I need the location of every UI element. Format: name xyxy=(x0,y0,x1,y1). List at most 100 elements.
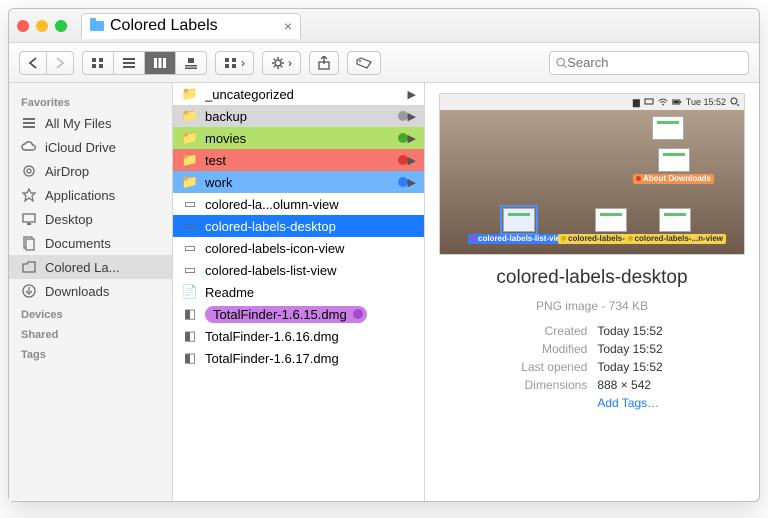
forward-button[interactable] xyxy=(46,51,74,75)
sidebar-item-label: Downloads xyxy=(45,284,109,299)
preview-about-downloads: About Downloads xyxy=(633,148,714,184)
created-value: Today 15:52 xyxy=(593,323,666,339)
item-label: test xyxy=(205,153,394,168)
chevron-right-icon: ▶ xyxy=(408,154,416,167)
preview-kind: PNG image - 734 KB xyxy=(439,299,745,313)
back-button[interactable] xyxy=(19,51,46,75)
item-label: TotalFinder-1.6.15.dmg xyxy=(213,307,347,322)
search-field[interactable] xyxy=(549,51,749,75)
disk-image-icon: ◧ xyxy=(181,350,199,366)
tags-button[interactable] xyxy=(347,51,381,75)
minimize-icon[interactable] xyxy=(36,20,48,32)
list-item[interactable]: ◧TotalFinder-1.6.15.dmg xyxy=(173,303,424,325)
folder-icon: 📁 xyxy=(181,108,199,124)
disk-image-icon: ◧ xyxy=(181,328,199,344)
sidebar-section-favorites: Favorites xyxy=(9,91,172,111)
action-button[interactable] xyxy=(262,51,301,75)
sidebar-item-icloud[interactable]: iCloud Drive xyxy=(9,135,172,159)
modified-value: Today 15:52 xyxy=(593,341,666,357)
list-item[interactable]: 📁work▶ xyxy=(173,171,424,193)
folder-icon xyxy=(90,21,104,31)
share-button[interactable] xyxy=(309,51,339,75)
item-label: colored-la...olumn-view xyxy=(205,197,416,212)
dimensions-label: Dimensions xyxy=(517,377,591,393)
sidebar-section-devices: Devices xyxy=(9,303,172,323)
sidebar-item-folder[interactable]: Colored La... xyxy=(9,255,172,279)
preview-time: Tue 15:52 xyxy=(686,97,726,107)
item-label: colored-labels-icon-view xyxy=(205,241,416,256)
image-icon: ▭ xyxy=(181,196,199,212)
close-tab-icon[interactable]: × xyxy=(284,18,292,34)
applications-icon xyxy=(21,187,37,203)
folder-icon: 📁 xyxy=(181,130,199,146)
item-label: _uncategorized xyxy=(205,87,408,102)
modified-label: Modified xyxy=(517,341,591,357)
chevron-right-icon: ▶ xyxy=(408,132,416,145)
list-item[interactable]: 📁 test ▶ xyxy=(173,149,424,171)
finder-window: Colored Labels × Favorites All My Files i… xyxy=(8,8,760,502)
add-tags-link[interactable]: Add Tags… xyxy=(593,395,666,411)
window-tab[interactable]: Colored Labels × xyxy=(81,13,301,39)
titlebar: Colored Labels × xyxy=(9,9,759,43)
sidebar-item-label: iCloud Drive xyxy=(45,140,116,155)
search-icon xyxy=(556,57,567,69)
coverflow-view-button[interactable] xyxy=(175,51,207,75)
preview-filename: colored-labels-desktop xyxy=(439,267,745,289)
list-item[interactable]: ▭colored-labels-desktop xyxy=(173,215,424,237)
tag-dot-icon xyxy=(398,111,408,121)
sidebar-item-downloads[interactable]: Downloads xyxy=(9,279,172,303)
close-icon[interactable] xyxy=(17,20,29,32)
preview-column-view: colored-labels-...n-view xyxy=(625,208,726,244)
item-label: TotalFinder-1.6.17.dmg xyxy=(205,351,416,366)
list-item[interactable]: 📁 movies ▶ xyxy=(173,127,424,149)
file-icon: 📄 xyxy=(181,284,199,300)
sidebar-item-all-my-files[interactable]: All My Files xyxy=(9,111,172,135)
sidebar: Favorites All My Files iCloud Drive AirDro… xyxy=(9,83,173,501)
sidebar-item-label: Documents xyxy=(45,236,111,251)
nav-seg xyxy=(19,51,74,75)
folder-menu-icon: ▆ xyxy=(633,97,640,108)
list-item[interactable]: 📄Readme xyxy=(173,281,424,303)
list-view-button[interactable] xyxy=(113,51,144,75)
item-label: backup xyxy=(205,109,394,124)
sidebar-section-shared: Shared xyxy=(9,323,172,343)
sidebar-item-label: All My Files xyxy=(45,116,111,131)
sidebar-item-label: AirDrop xyxy=(45,164,89,179)
folder-icon xyxy=(21,259,37,275)
toolbar xyxy=(9,43,759,83)
list-item[interactable]: ▭colored-labels-list-view xyxy=(173,259,424,281)
list-item[interactable]: ◧TotalFinder-1.6.16.dmg xyxy=(173,325,424,347)
item-label: movies xyxy=(205,131,394,146)
tag-dot-icon xyxy=(398,155,408,165)
arrange-button[interactable] xyxy=(215,51,254,75)
list-item[interactable]: ◧ TotalFinder-1.6.17.dmg xyxy=(173,347,424,369)
tag-dot-icon xyxy=(353,309,363,319)
desktop-icon xyxy=(21,211,37,227)
icon-view-button[interactable] xyxy=(82,51,113,75)
zoom-icon[interactable] xyxy=(55,20,67,32)
preview-metadata: PNG image - 734 KB CreatedToday 15:52 Mo… xyxy=(439,299,745,413)
column-1: 📁_uncategorized▶📁backup▶📁movies▶📁test▶📁w… xyxy=(173,83,425,501)
column-view-button[interactable] xyxy=(144,51,175,75)
sidebar-item-label: Desktop xyxy=(45,212,93,227)
folder-icon: 📁 xyxy=(181,174,199,190)
search-input[interactable] xyxy=(567,55,742,70)
preview-thumbnail: ▆ Tue 15:52 About Downloads xyxy=(439,93,745,255)
opened-label: Last opened xyxy=(517,359,591,375)
folder-icon: 📁 xyxy=(181,86,199,102)
column-view: 📁_uncategorized▶📁backup▶📁movies▶📁test▶📁w… xyxy=(173,83,759,501)
sidebar-item-desktop[interactable]: Desktop xyxy=(9,207,172,231)
folder-icon: 📁 xyxy=(181,152,199,168)
sidebar-item-airdrop[interactable]: AirDrop xyxy=(9,159,172,183)
dimensions-value: 888 × 542 xyxy=(593,377,666,393)
list-item[interactable]: 📁backup▶ xyxy=(173,105,424,127)
list-item[interactable]: 📁_uncategorized▶ xyxy=(173,83,424,105)
list-item[interactable]: ▭colored-labels-icon-view xyxy=(173,237,424,259)
item-label: colored-labels-desktop xyxy=(205,219,416,234)
sidebar-item-documents[interactable]: Documents xyxy=(9,231,172,255)
preview-column: ▆ Tue 15:52 About Downloads xyxy=(425,83,759,501)
sidebar-item-applications[interactable]: Applications xyxy=(9,183,172,207)
sidebar-section-tags: Tags xyxy=(9,343,172,363)
preview-selected-icon: colored-labels-list-view xyxy=(468,208,569,244)
list-item[interactable]: ▭ colored-la...olumn-view xyxy=(173,193,424,215)
